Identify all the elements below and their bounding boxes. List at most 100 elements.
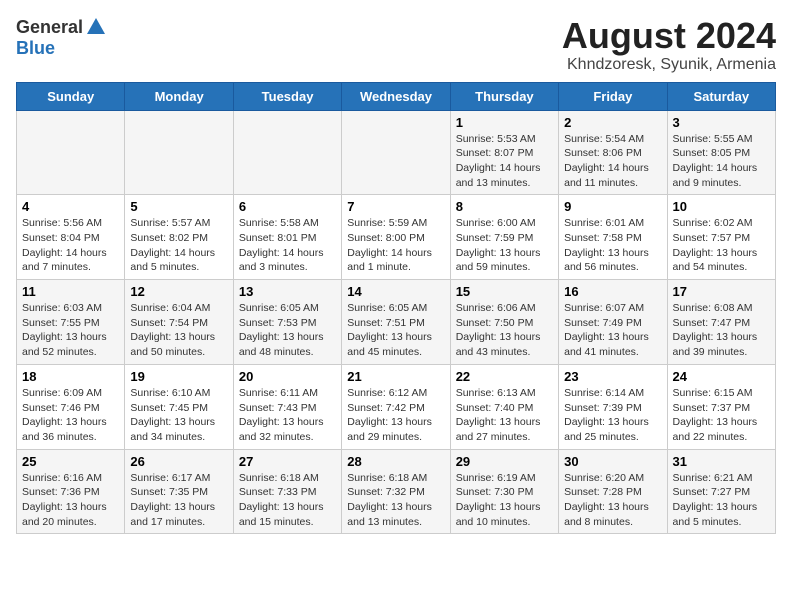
day-header-monday: Monday — [125, 82, 233, 110]
day-number: 20 — [239, 369, 336, 384]
calendar-cell: 3 Sunrise: 5:55 AMSunset: 8:05 PMDaylight… — [667, 110, 775, 195]
day-info: Sunrise: 6:14 AMSunset: 7:39 PMDaylight:… — [564, 386, 661, 445]
day-info: Sunrise: 5:58 AMSunset: 8:01 PMDaylight:… — [239, 216, 336, 275]
day-info: Sunrise: 5:56 AMSunset: 8:04 PMDaylight:… — [22, 216, 119, 275]
calendar-cell: 26 Sunrise: 6:17 AMSunset: 7:35 PMDayligh… — [125, 449, 233, 534]
calendar-cell: 14Sunrise: 6:05 AMSunset: 7:51 PMDayligh… — [342, 280, 450, 365]
day-info: Sunrise: 6:17 AMSunset: 7:35 PMDaylight:… — [130, 471, 227, 530]
day-info: Sunrise: 6:18 AMSunset: 7:32 PMDaylight:… — [347, 471, 444, 530]
day-info: Sunrise: 5:59 AMSunset: 8:00 PMDaylight:… — [347, 216, 444, 275]
calendar-week-row: 4 Sunrise: 5:56 AMSunset: 8:04 PMDaylight… — [17, 195, 776, 280]
day-number: 13 — [239, 284, 336, 299]
calendar-cell — [342, 110, 450, 195]
calendar-cell: 24 Sunrise: 6:15 AMSunset: 7:37 PMDayligh… — [667, 364, 775, 449]
calendar-cell: 6 Sunrise: 5:58 AMSunset: 8:01 PMDaylight… — [233, 195, 341, 280]
day-number: 30 — [564, 454, 661, 469]
day-info: Sunrise: 6:20 AMSunset: 7:28 PMDaylight:… — [564, 471, 661, 530]
day-number: 11 — [22, 284, 119, 299]
calendar-cell: 31 Sunrise: 6:21 AMSunset: 7:27 PMDayligh… — [667, 449, 775, 534]
logo-blue: Blue — [16, 38, 55, 58]
day-number: 25 — [22, 454, 119, 469]
calendar-cell: 7 Sunrise: 5:59 AMSunset: 8:00 PMDaylight… — [342, 195, 450, 280]
day-number: 18 — [22, 369, 119, 384]
calendar-cell: 30 Sunrise: 6:20 AMSunset: 7:28 PMDayligh… — [559, 449, 667, 534]
day-info: Sunrise: 6:12 AMSunset: 7:42 PMDaylight:… — [347, 386, 444, 445]
day-number: 24 — [673, 369, 770, 384]
day-number: 10 — [673, 199, 770, 214]
day-number: 19 — [130, 369, 227, 384]
calendar-cell: 1 Sunrise: 5:53 AMSunset: 8:07 PMDaylight… — [450, 110, 558, 195]
calendar-cell: 29Sunrise: 6:19 AMSunset: 7:30 PMDayligh… — [450, 449, 558, 534]
calendar-cell: 25Sunrise: 6:16 AMSunset: 7:36 PMDayligh… — [17, 449, 125, 534]
day-header-tuesday: Tuesday — [233, 82, 341, 110]
calendar-cell: 20 Sunrise: 6:11 AMSunset: 7:43 PMDayligh… — [233, 364, 341, 449]
day-number: 6 — [239, 199, 336, 214]
calendar-cell: 16 Sunrise: 6:07 AMSunset: 7:49 PMDayligh… — [559, 280, 667, 365]
day-info: Sunrise: 6:07 AMSunset: 7:49 PMDaylight:… — [564, 301, 661, 360]
calendar-cell: 10 Sunrise: 6:02 AMSunset: 7:57 PMDayligh… — [667, 195, 775, 280]
logo-general: General — [16, 17, 83, 38]
calendar-cell: 17Sunrise: 6:08 AMSunset: 7:47 PMDayligh… — [667, 280, 775, 365]
day-number: 15 — [456, 284, 553, 299]
calendar-week-row: 11 Sunrise: 6:03 AMSunset: 7:55 PMDayligh… — [17, 280, 776, 365]
logo: General Blue — [16, 16, 109, 59]
day-info: Sunrise: 6:10 AMSunset: 7:45 PMDaylight:… — [130, 386, 227, 445]
calendar-cell: 11 Sunrise: 6:03 AMSunset: 7:55 PMDayligh… — [17, 280, 125, 365]
day-info: Sunrise: 6:00 AMSunset: 7:59 PMDaylight:… — [456, 216, 553, 275]
day-number: 12 — [130, 284, 227, 299]
day-number: 31 — [673, 454, 770, 469]
day-info: Sunrise: 5:55 AMSunset: 8:05 PMDaylight:… — [673, 132, 770, 191]
day-info: Sunrise: 5:57 AMSunset: 8:02 PMDaylight:… — [130, 216, 227, 275]
logo-icon — [85, 16, 107, 38]
day-info: Sunrise: 6:06 AMSunset: 7:50 PMDaylight:… — [456, 301, 553, 360]
day-number: 29 — [456, 454, 553, 469]
day-info: Sunrise: 6:05 AMSunset: 7:53 PMDaylight:… — [239, 301, 336, 360]
calendar-cell: 22Sunrise: 6:13 AMSunset: 7:40 PMDayligh… — [450, 364, 558, 449]
day-info: Sunrise: 6:02 AMSunset: 7:57 PMDaylight:… — [673, 216, 770, 275]
day-info: Sunrise: 6:21 AMSunset: 7:27 PMDaylight:… — [673, 471, 770, 530]
day-info: Sunrise: 6:01 AMSunset: 7:58 PMDaylight:… — [564, 216, 661, 275]
calendar-cell — [233, 110, 341, 195]
calendar-cell: 5Sunrise: 5:57 AMSunset: 8:02 PMDaylight… — [125, 195, 233, 280]
calendar-cell: 2Sunrise: 5:54 AMSunset: 8:06 PMDaylight… — [559, 110, 667, 195]
calendar-cell: 18 Sunrise: 6:09 AMSunset: 7:46 PMDayligh… — [17, 364, 125, 449]
logo-text: General Blue — [16, 16, 109, 59]
day-info: Sunrise: 6:08 AMSunset: 7:47 PMDaylight:… — [673, 301, 770, 360]
day-number: 3 — [673, 115, 770, 130]
day-info: Sunrise: 6:09 AMSunset: 7:46 PMDaylight:… — [22, 386, 119, 445]
calendar-cell — [17, 110, 125, 195]
calendar-week-row: 18 Sunrise: 6:09 AMSunset: 7:46 PMDayligh… — [17, 364, 776, 449]
day-number: 4 — [22, 199, 119, 214]
calendar-cell: 19 Sunrise: 6:10 AMSunset: 7:45 PMDayligh… — [125, 364, 233, 449]
calendar-week-row: 1 Sunrise: 5:53 AMSunset: 8:07 PMDaylight… — [17, 110, 776, 195]
calendar-cell — [125, 110, 233, 195]
day-number: 16 — [564, 284, 661, 299]
day-number: 23 — [564, 369, 661, 384]
calendar-cell: 21Sunrise: 6:12 AMSunset: 7:42 PMDayligh… — [342, 364, 450, 449]
day-number: 7 — [347, 199, 444, 214]
day-info: Sunrise: 6:15 AMSunset: 7:37 PMDaylight:… — [673, 386, 770, 445]
calendar-cell: 13 Sunrise: 6:05 AMSunset: 7:53 PMDayligh… — [233, 280, 341, 365]
calendar-table: SundayMondayTuesdayWednesdayThursdayFrid… — [16, 82, 776, 535]
page-header: General Blue August 2024 Khndzoresk, Syu… — [16, 16, 776, 74]
day-info: Sunrise: 6:03 AMSunset: 7:55 PMDaylight:… — [22, 301, 119, 360]
calendar-cell: 9Sunrise: 6:01 AMSunset: 7:58 PMDaylight… — [559, 195, 667, 280]
day-info: Sunrise: 6:04 AMSunset: 7:54 PMDaylight:… — [130, 301, 227, 360]
day-header-sunday: Sunday — [17, 82, 125, 110]
calendar-cell: 23 Sunrise: 6:14 AMSunset: 7:39 PMDayligh… — [559, 364, 667, 449]
day-number: 27 — [239, 454, 336, 469]
day-info: Sunrise: 5:53 AMSunset: 8:07 PMDaylight:… — [456, 132, 553, 191]
title-area: August 2024 Khndzoresk, Syunik, Armenia — [562, 16, 776, 74]
calendar-cell: 28Sunrise: 6:18 AMSunset: 7:32 PMDayligh… — [342, 449, 450, 534]
calendar-cell: 27Sunrise: 6:18 AMSunset: 7:33 PMDayligh… — [233, 449, 341, 534]
calendar-cell: 12 Sunrise: 6:04 AMSunset: 7:54 PMDayligh… — [125, 280, 233, 365]
day-number: 1 — [456, 115, 553, 130]
calendar-header-row: SundayMondayTuesdayWednesdayThursdayFrid… — [17, 82, 776, 110]
day-number: 14 — [347, 284, 444, 299]
sub-title: Khndzoresk, Syunik, Armenia — [562, 56, 776, 74]
calendar-cell: 4 Sunrise: 5:56 AMSunset: 8:04 PMDaylight… — [17, 195, 125, 280]
calendar-cell: 15 Sunrise: 6:06 AMSunset: 7:50 PMDayligh… — [450, 280, 558, 365]
day-info: Sunrise: 6:11 AMSunset: 7:43 PMDaylight:… — [239, 386, 336, 445]
day-header-friday: Friday — [559, 82, 667, 110]
day-number: 26 — [130, 454, 227, 469]
